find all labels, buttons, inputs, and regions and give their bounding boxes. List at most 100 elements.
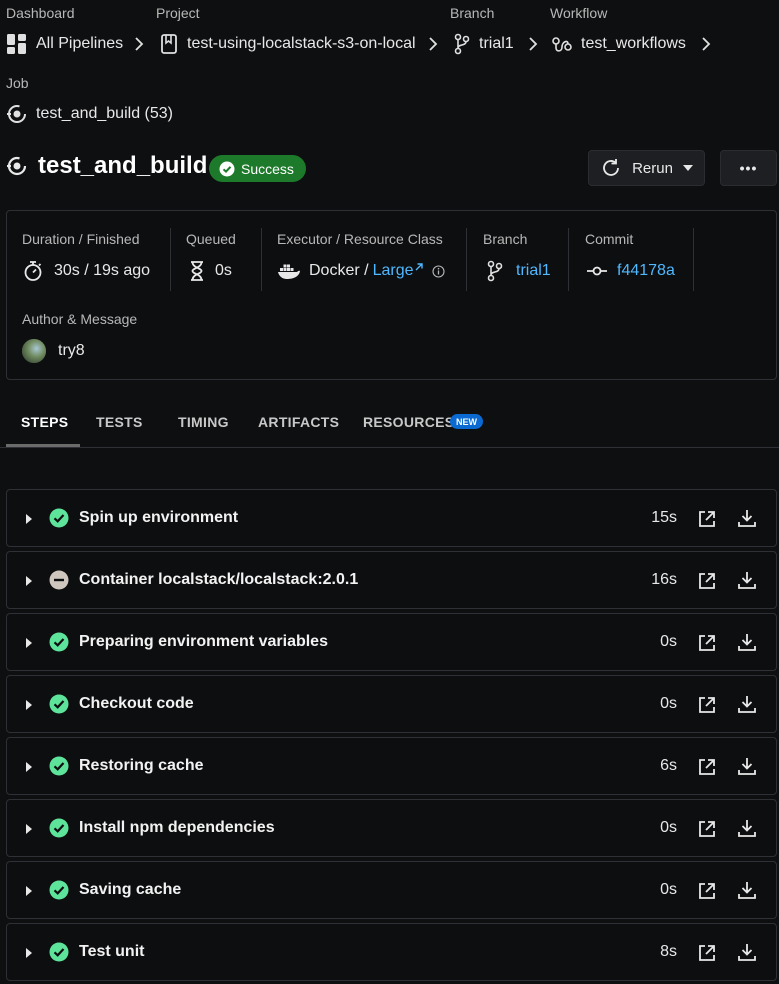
job-icon bbox=[6, 155, 28, 177]
stopwatch-icon bbox=[22, 260, 44, 282]
step-row[interactable]: Spin up environment 15s bbox=[6, 489, 777, 547]
info-branch-value: trial1 bbox=[486, 258, 551, 284]
project-book-icon bbox=[159, 33, 179, 55]
tab-tests[interactable]: TESTS bbox=[96, 414, 143, 430]
step-title: Spin up environment bbox=[79, 509, 239, 526]
breadcrumb-dashboard[interactable]: All Pipelines bbox=[6, 33, 123, 55]
check-circle-icon bbox=[49, 818, 69, 838]
info-icon[interactable] bbox=[431, 264, 445, 278]
breadcrumb-job[interactable]: test_and_build (53) bbox=[6, 103, 173, 125]
resource-class-link[interactable]: Large bbox=[373, 262, 414, 280]
tab-resources[interactable]: RESOURCES bbox=[363, 414, 454, 430]
tab-artifacts[interactable]: ARTIFACTS bbox=[258, 414, 339, 430]
pipelines-grid-icon bbox=[6, 33, 28, 55]
open-external-icon[interactable] bbox=[697, 509, 717, 529]
open-external-icon[interactable] bbox=[697, 819, 717, 839]
step-row[interactable]: Saving cache 0s bbox=[6, 861, 777, 919]
more-options-button[interactable]: ••• bbox=[720, 150, 777, 186]
executor-value: Docker / Large bbox=[277, 258, 445, 284]
breadcrumb-project[interactable]: test-using-localstack-s3-on-local bbox=[159, 33, 416, 55]
docker-icon bbox=[277, 262, 301, 280]
job-link[interactable]: test_and_build (53) bbox=[36, 105, 173, 123]
breadcrumb-workflow[interactable]: test_workflows bbox=[551, 33, 686, 55]
tab-steps[interactable]: STEPS bbox=[21, 414, 68, 430]
dashboard-link[interactable]: All Pipelines bbox=[36, 35, 123, 53]
tab-timing[interactable]: TIMING bbox=[178, 414, 229, 430]
queued-label: Queued bbox=[186, 231, 236, 247]
step-row[interactable]: Checkout code 0s bbox=[6, 675, 777, 733]
info-branch-link[interactable]: trial1 bbox=[516, 262, 551, 280]
chevron-right-icon bbox=[133, 36, 145, 52]
status-badge: Success bbox=[209, 155, 306, 182]
workflow-icon bbox=[551, 33, 573, 55]
download-icon[interactable] bbox=[737, 756, 757, 776]
commit-value: f44178a bbox=[587, 258, 675, 284]
check-circle-icon bbox=[49, 756, 69, 776]
download-icon[interactable] bbox=[737, 694, 757, 714]
download-icon[interactable] bbox=[737, 942, 757, 962]
open-external-icon[interactable] bbox=[697, 571, 717, 591]
download-icon[interactable] bbox=[737, 818, 757, 838]
step-row[interactable]: Install npm dependencies 0s bbox=[6, 799, 777, 857]
duration-text: 30s / 19s ago bbox=[54, 262, 151, 279]
caret-right-icon[interactable] bbox=[26, 700, 32, 710]
job-heading: test_and_build bbox=[6, 152, 207, 180]
open-external-icon[interactable] bbox=[697, 943, 717, 963]
step-duration: 0s bbox=[660, 695, 677, 712]
open-external-icon[interactable] bbox=[697, 633, 717, 653]
chevron-right-icon bbox=[427, 36, 439, 52]
step-title: Checkout code bbox=[79, 695, 194, 712]
step-row[interactable]: Test unit 8s bbox=[6, 923, 777, 981]
step-title: Test unit bbox=[79, 943, 145, 960]
caret-right-icon[interactable] bbox=[26, 576, 32, 586]
refresh-icon bbox=[600, 157, 622, 179]
external-link-icon bbox=[414, 262, 424, 272]
caret-right-icon[interactable] bbox=[26, 886, 32, 896]
step-duration: 0s bbox=[660, 881, 677, 898]
dashboard-label: Dashboard bbox=[6, 5, 75, 21]
active-tab-indicator bbox=[6, 444, 80, 447]
caret-right-icon[interactable] bbox=[26, 762, 32, 772]
duration-label: Duration / Finished bbox=[22, 231, 140, 247]
download-icon[interactable] bbox=[737, 880, 757, 900]
caret-right-icon[interactable] bbox=[26, 514, 32, 524]
open-external-icon[interactable] bbox=[697, 695, 717, 715]
commit-link[interactable]: f44178a bbox=[617, 262, 675, 280]
divider bbox=[261, 228, 262, 291]
download-icon[interactable] bbox=[737, 508, 757, 528]
check-circle-icon bbox=[219, 161, 235, 177]
workflow-link[interactable]: test_workflows bbox=[581, 35, 686, 53]
job-label: Job bbox=[6, 75, 29, 91]
breadcrumb-branch[interactable]: trial1 bbox=[453, 33, 514, 55]
new-badge: NEW bbox=[450, 414, 483, 429]
caret-down-icon bbox=[682, 165, 693, 171]
job-icon bbox=[6, 103, 28, 125]
hourglass-icon bbox=[189, 260, 205, 282]
tab-divider bbox=[0, 447, 779, 448]
caret-right-icon[interactable] bbox=[26, 824, 32, 834]
steps-list: Spin up environment 15s Container locals… bbox=[6, 489, 777, 984]
minus-circle-icon bbox=[49, 570, 69, 590]
chevron-right-icon bbox=[700, 36, 712, 52]
step-title: Preparing environment variables bbox=[79, 633, 328, 650]
branch-link[interactable]: trial1 bbox=[479, 35, 514, 53]
divider bbox=[693, 228, 694, 291]
branch-icon bbox=[453, 33, 471, 55]
executor-label: Executor / Resource Class bbox=[277, 231, 443, 247]
step-row[interactable]: Restoring cache 6s bbox=[6, 737, 777, 795]
rerun-button[interactable]: Rerun bbox=[588, 150, 705, 186]
commit-label: Commit bbox=[585, 231, 634, 247]
download-icon[interactable] bbox=[737, 632, 757, 652]
workflow-label: Workflow bbox=[550, 5, 608, 21]
caret-right-icon[interactable] bbox=[26, 638, 32, 648]
queued-text: 0s bbox=[215, 262, 232, 279]
project-link[interactable]: test-using-localstack-s3-on-local bbox=[187, 35, 416, 53]
open-external-icon[interactable] bbox=[697, 757, 717, 777]
download-icon[interactable] bbox=[737, 570, 757, 590]
step-row[interactable]: Preparing environment variables 0s bbox=[6, 613, 777, 671]
caret-right-icon[interactable] bbox=[26, 948, 32, 958]
open-external-icon[interactable] bbox=[697, 881, 717, 901]
avatar bbox=[22, 339, 46, 363]
step-row[interactable]: Container localstack/localstack:2.0.1 16… bbox=[6, 551, 777, 609]
branch-label: Branch bbox=[450, 5, 495, 21]
